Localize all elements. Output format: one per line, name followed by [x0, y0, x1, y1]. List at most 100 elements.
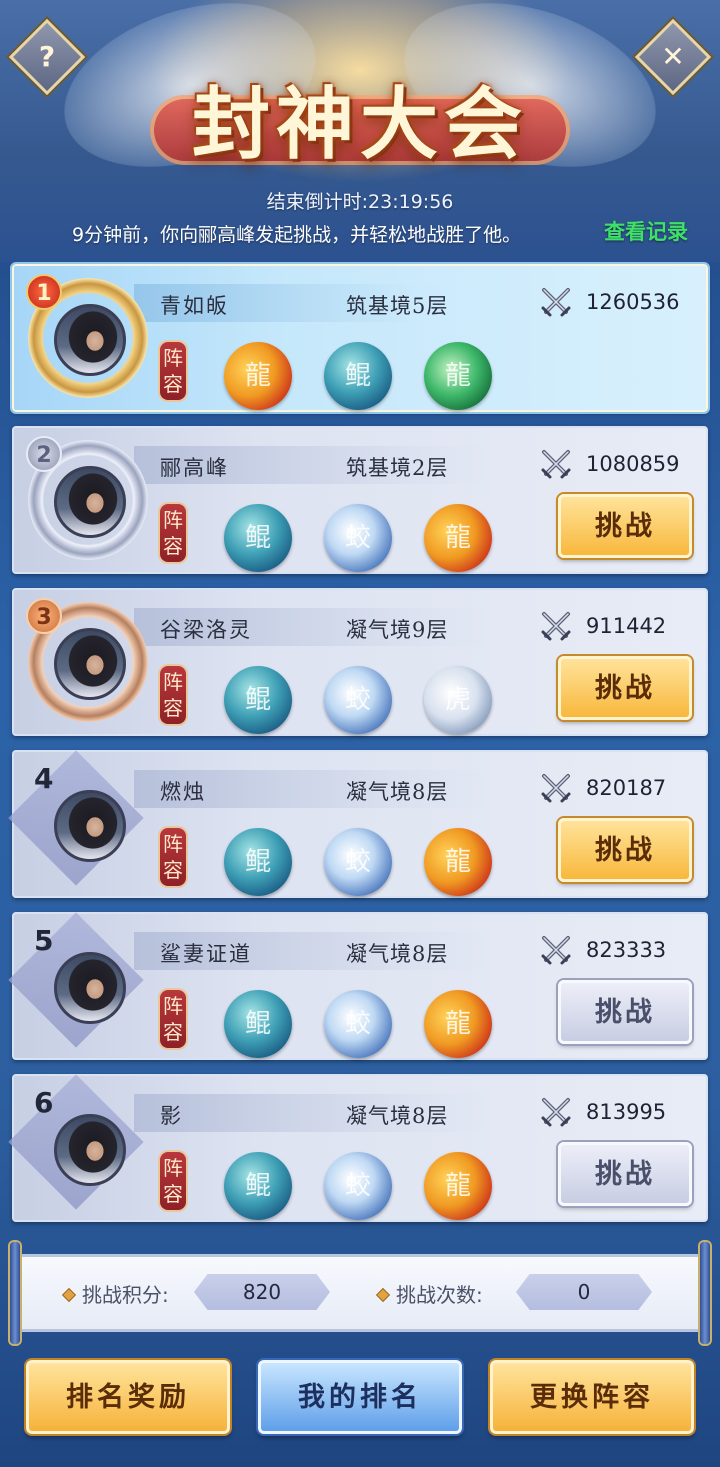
challenge-button[interactable]: 挑战	[558, 494, 692, 558]
player-name: 影	[160, 1104, 183, 1128]
player-realm: 凝气境8层	[346, 780, 449, 804]
close-icon: ✕	[661, 40, 685, 73]
pet-glyph: 蛟	[344, 523, 371, 553]
challenge-points-label: 挑战积分:	[61, 1279, 169, 1308]
rank-rewards-button[interactable]: 排名奖励	[26, 1360, 230, 1434]
fire-dragon-icon[interactable]: 龍	[424, 828, 492, 896]
diamond-icon	[61, 1287, 77, 1302]
pet-glyph: 蛟	[344, 1171, 371, 1201]
lineup-tag: 阵容	[160, 666, 186, 724]
whale-icon[interactable]: 鲲	[224, 666, 292, 734]
crossed-swords-icon	[541, 288, 571, 317]
pet-glyph: 鲲	[244, 685, 271, 715]
player-name: 谷梁洛灵	[160, 618, 252, 642]
combat-power: 813995	[586, 1100, 667, 1124]
whale-icon[interactable]: 鲲	[224, 504, 292, 572]
countdown: 结束倒计时:23:19:56	[0, 187, 720, 214]
ice-dragon-icon[interactable]: 蛟	[324, 828, 392, 896]
view-records-link[interactable]: 查看记录	[604, 216, 688, 246]
fire-dragon-icon[interactable]: 龍	[424, 1152, 492, 1220]
rank-row[interactable]: 2 郦高峰 筑基境2层 1080859 阵容 鲲 蛟 龍 挑战	[12, 426, 708, 574]
avatar[interactable]	[54, 628, 126, 700]
crossed-swords-icon	[541, 450, 571, 479]
rank-row[interactable]: 1 青如皈 筑基境5层 1260536 阵容 龍 鲲 龍	[12, 264, 708, 412]
rank-row[interactable]: 4 燃烛 凝气境8层 820187 阵容 鲲 蛟 龍 挑战	[8, 750, 708, 898]
player-name: 鲨妻证道	[160, 942, 252, 966]
question-icon: ?	[38, 40, 56, 73]
pet-glyph: 鲲	[344, 361, 371, 391]
pet-glyph: 龍	[444, 523, 471, 553]
rank-badge: 2	[26, 436, 62, 472]
ice-dragon-icon[interactable]: 蛟	[324, 504, 392, 572]
last-battle-log: 9分钟前，你向郦高峰发起挑战，并轻松地战胜了他。	[72, 224, 522, 246]
avatar[interactable]	[54, 466, 126, 538]
challenge-attempts-label: 挑战次数:	[375, 1279, 483, 1308]
change-lineup-button[interactable]: 更换阵容	[490, 1360, 694, 1434]
pet-glyph: 鲲	[244, 1171, 271, 1201]
combat-power: 1260536	[586, 290, 680, 314]
avatar[interactable]	[54, 304, 126, 376]
combat-power: 911442	[586, 614, 667, 638]
crossed-swords-icon	[541, 1098, 571, 1127]
rank-badge: 3	[26, 598, 62, 634]
ice-dragon-icon[interactable]: 蛟	[324, 666, 392, 734]
whale-icon[interactable]: 鲲	[224, 1152, 292, 1220]
scroll-rod-right	[700, 1242, 710, 1344]
challenge-button[interactable]: 挑战	[558, 1142, 692, 1206]
rank-badge: 1	[26, 274, 62, 310]
lineup-tag: 阵容	[160, 990, 186, 1048]
player-realm: 筑基境2层	[346, 456, 449, 480]
pet-glyph: 虎	[444, 685, 471, 715]
rank-row[interactable]: 6 影 凝气境8层 813995 阵容 鲲 蛟 龍 挑战	[8, 1074, 708, 1222]
pet-glyph: 蛟	[344, 847, 371, 877]
countdown-label: 结束倒计时:	[266, 191, 369, 213]
combat-power: 1080859	[586, 452, 680, 476]
white-tiger-icon[interactable]: 虎	[424, 666, 492, 734]
fire-dragon-icon[interactable]: 龍	[424, 504, 492, 572]
avatar[interactable]	[54, 790, 126, 862]
fire-dragon-icon[interactable]: 龍	[224, 342, 292, 410]
whale-icon[interactable]: 鲲	[224, 990, 292, 1058]
avatar[interactable]	[54, 1114, 126, 1186]
countdown-value: 23:19:56	[368, 191, 454, 213]
rank-number: 6	[34, 1086, 54, 1119]
ice-dragon-icon[interactable]: 蛟	[324, 1152, 392, 1220]
event-header: 封神大会 ? ✕ 结束倒计时:23:19:56 9分钟前，你向郦高峰发起挑战，并…	[0, 0, 720, 262]
challenge-points-value: 820	[194, 1274, 330, 1310]
rank-number: 4	[34, 762, 54, 795]
combat-power: 820187	[586, 776, 667, 800]
whale-icon[interactable]: 鲲	[224, 828, 292, 896]
lineup-tag: 阵容	[160, 342, 186, 400]
player-name: 郦高峰	[160, 456, 229, 480]
player-name: 青如皈	[160, 294, 229, 318]
pet-glyph: 龍	[444, 1009, 471, 1039]
pet-glyph: 龍	[444, 847, 471, 877]
jade-dragon-icon[interactable]: 龍	[424, 342, 492, 410]
pet-glyph: 蛟	[344, 685, 371, 715]
pet-glyph: 蛟	[344, 1009, 371, 1039]
crossed-swords-icon	[541, 936, 571, 965]
lineup-tag: 阵容	[160, 1152, 186, 1210]
rank-row[interactable]: 5 鲨妻证道 凝气境8层 823333 阵容 鲲 蛟 龍 挑战	[8, 912, 708, 1060]
rank-number: 5	[34, 924, 54, 957]
fire-dragon-icon[interactable]: 龍	[424, 990, 492, 1058]
player-realm: 凝气境8层	[346, 1104, 449, 1128]
pet-glyph: 龍	[244, 361, 271, 391]
challenge-button[interactable]: 挑战	[558, 818, 692, 882]
ice-dragon-icon[interactable]: 蛟	[324, 990, 392, 1058]
avatar[interactable]	[54, 952, 126, 1024]
whale-icon[interactable]: 鲲	[324, 342, 392, 410]
diamond-icon	[375, 1287, 391, 1302]
challenge-button[interactable]: 挑战	[558, 656, 692, 720]
challenge-points-label-text: 挑战积分:	[82, 1283, 169, 1307]
challenge-button[interactable]: 挑战	[558, 980, 692, 1044]
crossed-swords-icon	[541, 774, 571, 803]
scroll-rod-left	[10, 1242, 20, 1344]
my-rank-button[interactable]: 我的排名	[258, 1360, 462, 1434]
rank-row[interactable]: 3 谷梁洛灵 凝气境9层 911442 阵容 鲲 蛟 虎 挑战	[12, 588, 708, 736]
pet-glyph: 龍	[444, 361, 471, 391]
pet-glyph: 龍	[444, 1171, 471, 1201]
player-realm: 筑基境5层	[346, 294, 449, 318]
crossed-swords-icon	[541, 612, 571, 641]
pet-glyph: 鲲	[244, 847, 271, 877]
